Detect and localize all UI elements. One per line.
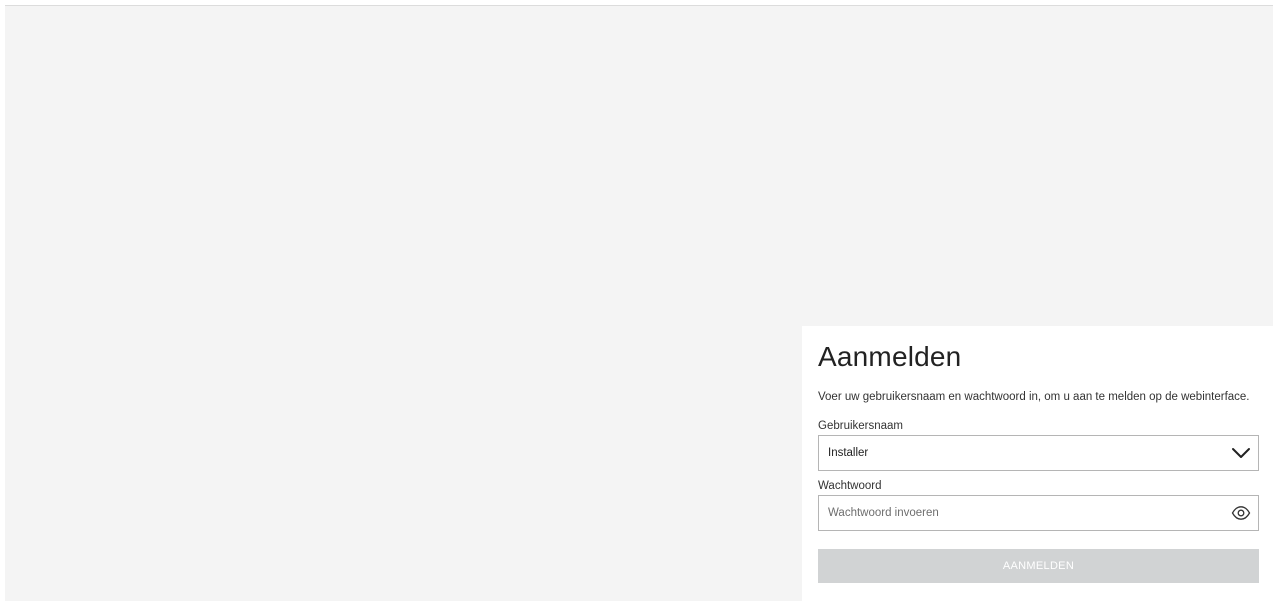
page-background: Aanmelden Voer uw gebruikersnaam en wach… — [5, 5, 1275, 607]
eye-icon[interactable] — [1231, 505, 1251, 521]
password-label: Wachtwoord — [818, 480, 882, 492]
password-input[interactable] — [819, 496, 1228, 530]
username-select[interactable]: Installer — [818, 435, 1259, 471]
password-field-container — [818, 495, 1259, 531]
username-label: Gebruikersnaam — [818, 420, 904, 432]
chevron-down-icon[interactable] — [1231, 444, 1251, 462]
username-selected-value: Installer — [828, 447, 869, 459]
login-panel: Aanmelden Voer uw gebruikersnaam en wach… — [802, 326, 1275, 607]
page-title: Aanmelden — [818, 341, 962, 372]
login-description: Voer uw gebruikersnaam en wachtwoord in,… — [818, 391, 1250, 403]
login-button[interactable]: AANMELDEN — [818, 549, 1259, 583]
